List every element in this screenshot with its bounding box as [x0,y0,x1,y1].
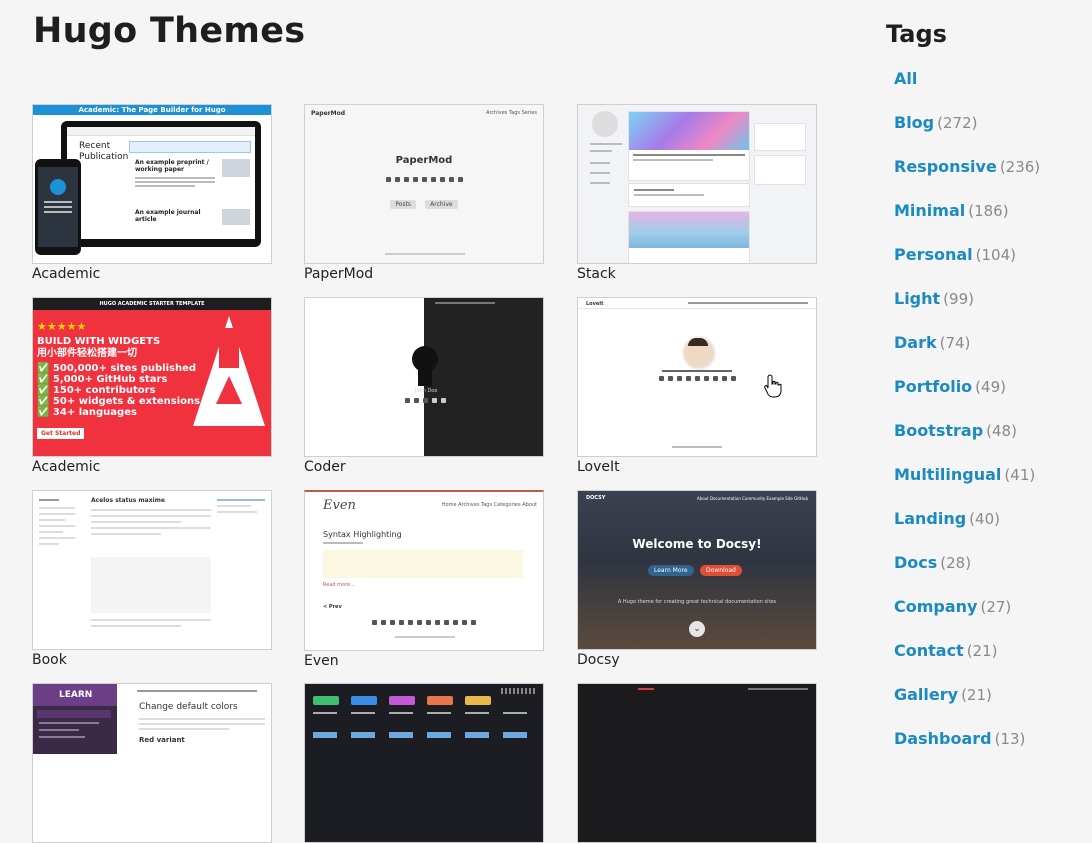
tags-sidebar: Tags All Blog (272) Responsive (236) Minim… [886,20,1086,771]
theme-card-book[interactable]: Acelos status maxime Book [32,490,272,668]
laptop-screen: Recent Publication An example preprint /… [67,127,255,239]
theme-card-terminal[interactable] [304,683,544,843]
phone-screen [38,167,78,247]
thumb-line: BUILD WITH WIDGETS [37,336,161,347]
tag-link-multilingual[interactable]: Multilingual (41) [886,463,1086,507]
tag-link-portfolio[interactable]: Portfolio (49) [886,375,1086,419]
thumb-readmore: Read more... [323,582,355,588]
thumb-list-item: ✅ 150+ contributors [37,385,156,396]
page-title: Hugo Themes [33,11,306,51]
theme-thumbnail[interactable] [577,683,817,843]
chevron-down-icon: ⌄ [689,621,705,637]
theme-card-academic[interactable]: Academic: The Page Builder for Hugo Rece… [32,104,272,282]
tag-link-bootstrap[interactable]: Bootstrap (48) [886,419,1086,463]
theme-card-even[interactable]: Even Home Archives Tags Categories About… [304,490,544,669]
theme-thumbnail[interactable]: Academic: The Page Builder for Hugo Rece… [32,104,272,264]
theme-name[interactable]: Academic [32,459,272,475]
thumb-logo: LoveIt [586,301,604,307]
theme-card-stack[interactable]: Stack [577,104,817,282]
thumb-logo: PaperMod [311,110,345,117]
sidebar-title: Tags [886,20,947,48]
theme-card-dark[interactable] [577,683,817,843]
thumb-logo: LEARN [59,690,93,700]
tag-link-landing[interactable]: Landing (40) [886,507,1086,551]
theme-card-papermod[interactable]: PaperMod Archives Tags Series PaperMod P… [304,104,544,282]
tag-link-docs[interactable]: Docs (28) [886,551,1086,595]
thumb-sub: A Hugo theme for creating great technica… [617,599,777,605]
thumb-button: Archive [425,200,458,209]
social-icons [305,177,543,182]
theme-thumbnail[interactable]: HUGO ACADEMIC STARTER TEMPLATE ★★★★★ BUI… [32,297,272,457]
theme-card-academic-starter[interactable]: HUGO ACADEMIC STARTER TEMPLATE ★★★★★ BUI… [32,297,272,475]
avatar [592,111,618,137]
theme-name[interactable]: Book [32,652,272,668]
tag-link-dashboard[interactable]: Dashboard (13) [886,727,1086,771]
thumb-heading: Change default colors [139,702,238,712]
theme-thumbnail[interactable]: John Doe [304,297,544,457]
tag-link-responsive[interactable]: Responsive (236) [886,155,1086,199]
thumb-name: John Doe [415,388,438,394]
theme-thumbnail[interactable]: Acelos status maxime [32,490,272,650]
hand-cursor-icon [764,374,782,398]
thumb-button: Posts [390,200,417,209]
thumb-list-item: ✅ 5,000+ GitHub stars [37,374,168,385]
thumb-cta: Get Started [37,428,85,439]
thumb-list-item: ✅ 50+ widgets & extensions [37,396,201,407]
thumb-logo: Even [323,498,356,513]
tag-link-gallery[interactable]: Gallery (21) [886,683,1086,727]
tag-link-light[interactable]: Light (99) [886,287,1086,331]
thumb-nav: Home Archives Tags Categories About [441,502,537,508]
theme-thumbnail[interactable]: LEARN Change default colors Red variant [32,683,272,843]
theme-card-docsy[interactable]: DOCSY About Documentation Community Exam… [577,490,817,668]
thumb-sub: Red variant [139,736,185,744]
thumb-post-title: An example preprint / working paper [135,159,209,173]
thumb-title: PaperMod [395,155,453,166]
thumb-prev: < Prev [323,604,342,610]
theme-thumbnail[interactable] [577,104,817,264]
thumb-nav: Archives Tags Series [486,110,537,116]
thumb-post-title: An example journal article [135,209,201,223]
theme-thumbnail[interactable] [304,683,544,843]
tag-link-minimal[interactable]: Minimal (186) [886,199,1086,243]
thumb-post-title: Syntax Highlighting [323,530,402,539]
tag-link-all[interactable]: All [886,67,1086,111]
theme-card-coder[interactable]: John Doe Coder [304,297,544,475]
thumb-logo: DOCSY [586,495,606,501]
theme-name[interactable]: Docsy [577,652,817,668]
theme-name[interactable]: Academic [32,266,272,282]
thumb-welcome: Welcome to Docsy! [632,537,762,551]
theme-name[interactable]: Coder [304,459,544,475]
theme-name[interactable]: PaperMod [304,266,544,282]
theme-name[interactable]: Even [304,653,544,669]
thumb-list-item: ✅ 34+ languages [37,407,137,418]
thumb-banner: Academic: The Page Builder for Hugo [33,105,271,115]
thumb-title: Acelos status maxime [91,497,165,504]
theme-thumbnail[interactable]: Even Home Archives Tags Categories About… [304,490,544,651]
avatar [412,346,438,372]
theme-card-learn[interactable]: LEARN Change default colors Red variant [32,683,272,843]
theme-name[interactable]: LoveIt [577,459,817,475]
tag-link-dark[interactable]: Dark (74) [886,331,1086,375]
tag-link-company[interactable]: Company (27) [886,595,1086,639]
tag-link-personal[interactable]: Personal (104) [886,243,1086,287]
tag-link-blog[interactable]: Blog (272) [886,111,1086,155]
theme-thumbnail[interactable]: PaperMod Archives Tags Series PaperMod P… [304,104,544,264]
thumb-nav: About Documentation Community Example Si… [696,496,808,501]
thumb-header: HUGO ACADEMIC STARTER TEMPLATE [33,298,271,310]
thumb-line: 用小部件轻松搭建一切 [37,348,137,359]
thumb-button: Learn More [648,565,694,576]
thumb-button: Download [700,565,742,576]
theme-name[interactable]: Stack [577,266,817,282]
thumb-stars: ★★★★★ [37,320,87,333]
tag-link-contact[interactable]: Contact (21) [886,639,1086,683]
thumb-list-item: ✅ 500,000+ sites published [37,363,197,374]
tag-list: All Blog (272) Responsive (236) Minimal (18… [886,67,1086,771]
theme-thumbnail[interactable]: DOCSY About Documentation Community Exam… [577,490,817,650]
